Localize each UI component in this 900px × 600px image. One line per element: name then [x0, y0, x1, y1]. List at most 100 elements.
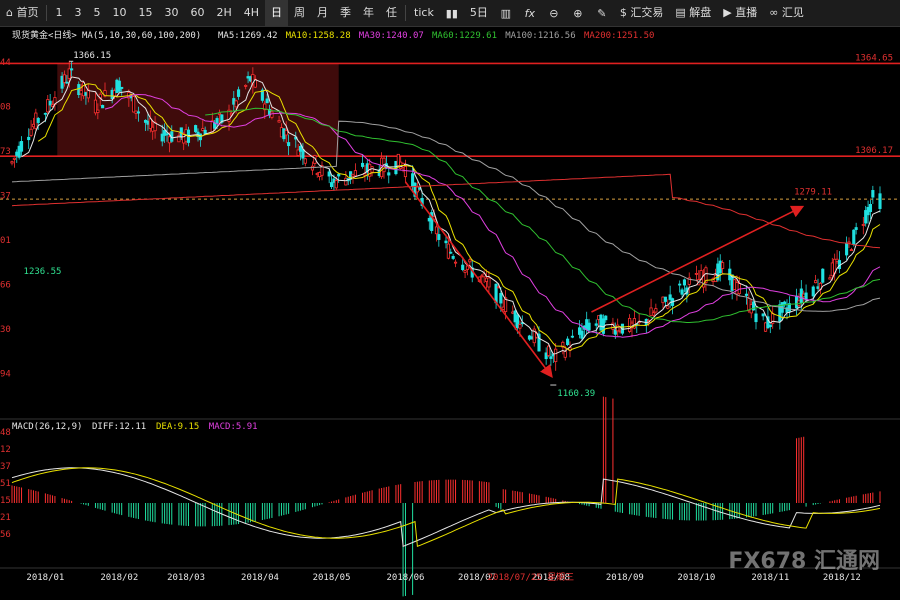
tick-button[interactable]: tick: [408, 0, 440, 26]
x-axis-label: 2018/03: [167, 573, 205, 583]
candle-body: [334, 180, 338, 189]
candle-body: [17, 145, 21, 158]
candle-body: [735, 282, 739, 295]
candle-body: [84, 92, 88, 96]
bar-chart-icon[interactable]: ▮▮: [440, 0, 464, 26]
ma-legend-item: MA200:1251.50: [584, 31, 654, 41]
ma-legend-item: MA5:1269.42: [218, 31, 278, 41]
candle-body: [203, 129, 207, 135]
period-tab-3[interactable]: 10: [106, 0, 132, 26]
x-axis-label: 2018/09: [606, 573, 644, 583]
candle-body: [232, 98, 236, 105]
period-tab-4[interactable]: 15: [132, 0, 158, 26]
period-tab-1[interactable]: 3: [68, 0, 87, 26]
candle-body: [468, 259, 472, 263]
candle-body: [694, 273, 698, 275]
candle-body: [763, 322, 768, 332]
candle-body: [501, 306, 505, 310]
y-tick-label: 66: [0, 281, 11, 291]
candle-body: [585, 319, 589, 330]
candle-body: [463, 270, 467, 273]
macd-y-tick-label: 56: [0, 530, 11, 540]
period-tab-10[interactable]: 周: [288, 0, 311, 26]
high-annotation: 1279.11: [794, 188, 832, 198]
candle-body: [666, 305, 670, 309]
candle-body: [112, 90, 117, 97]
home-button[interactable]: ⌂ 首页: [0, 0, 44, 26]
period-tab-7[interactable]: 2H: [210, 0, 237, 26]
candle-body: [814, 280, 818, 284]
view-button[interactable]: ∞ 汇见: [763, 0, 810, 26]
candle-body: [284, 130, 288, 136]
pen-icon[interactable]: ✎: [590, 0, 614, 26]
candle-body: [852, 229, 856, 245]
period-tab-12[interactable]: 季: [334, 0, 357, 26]
analysis-button[interactable]: ▤ 解盘: [669, 0, 717, 26]
candle-body: [213, 122, 217, 129]
candle-body: [46, 99, 50, 113]
fx-trade-button[interactable]: $ 汇交易: [614, 0, 670, 26]
x-axis-label: 2018/04: [241, 573, 279, 583]
date-marker-label: 2018/07/25 星期三: [488, 572, 575, 583]
candle-body: [110, 89, 114, 100]
x-axis-label: 2018/06: [386, 573, 424, 583]
candle-body: [146, 120, 150, 125]
candle-body: [163, 130, 167, 136]
macd-y-tick-label: 51: [0, 479, 11, 489]
low-annotation: 1160.39: [557, 389, 595, 399]
candle-body: [246, 76, 250, 79]
candle-body: [298, 145, 303, 152]
period-tab-0[interactable]: 1: [49, 0, 68, 26]
y-tick-label: 94: [0, 370, 11, 380]
live-button[interactable]: ▶ 直播: [717, 0, 763, 26]
candle-body: [549, 356, 553, 359]
candles-icon[interactable]: ▥: [494, 0, 518, 26]
candle-body: [864, 210, 868, 224]
period-tab-9[interactable]: 日: [265, 0, 289, 26]
candle-body: [768, 324, 772, 327]
candle-body: [165, 133, 169, 136]
candle-body: [427, 217, 431, 222]
period-tab-14[interactable]: 任: [380, 0, 403, 26]
candle-body: [329, 182, 334, 188]
macd-legend-prefix: MACD(26,12,9): [12, 422, 82, 432]
candle-body: [828, 277, 832, 280]
macd-legend-item: DEA:9.15: [156, 422, 199, 432]
candle-body: [628, 317, 632, 332]
zoom-out-icon[interactable]: ⊖: [542, 0, 566, 26]
period-tab-11[interactable]: 月: [311, 0, 334, 26]
period-tab-2[interactable]: 5: [87, 0, 106, 26]
high-annotation: 1366.15: [73, 51, 111, 61]
candle-body: [563, 350, 567, 358]
period-tab-8[interactable]: 4H: [238, 0, 265, 26]
candle-body: [93, 99, 98, 114]
period-tab-6[interactable]: 60: [184, 0, 210, 26]
candle-body: [315, 173, 319, 176]
period-tab-5[interactable]: 30: [158, 0, 184, 26]
x-axis-label: 2018/01: [26, 573, 64, 583]
candle-body: [132, 96, 136, 113]
candle-body: [19, 141, 24, 152]
candle-body: [527, 335, 532, 340]
play-icon: ▶: [723, 6, 732, 19]
candle-body: [597, 315, 601, 320]
five-day-button[interactable]: 5日: [464, 0, 494, 26]
candle-body: [487, 277, 491, 288]
x-axis-label: 2018/12: [823, 573, 861, 583]
candle-body: [761, 313, 765, 317]
period-tab-13[interactable]: 年: [357, 0, 380, 26]
candle-body: [403, 166, 408, 178]
candlestick-chart[interactable]: 4408733701663094481237511521561364.65130…: [0, 27, 900, 600]
period-tabs: 1 3 5 10 15 30 60 2H 4H 日周月季年任: [49, 0, 403, 26]
candle-body: [353, 170, 357, 177]
candle-body: [754, 313, 758, 323]
candle-body: [821, 268, 825, 283]
dollar-icon: $: [619, 6, 627, 19]
candle-body: [215, 118, 219, 124]
candle-body: [661, 296, 665, 304]
candle-body: [613, 329, 617, 335]
zoom-in-icon[interactable]: ⊕: [566, 0, 590, 26]
candle-body: [194, 125, 198, 133]
fx-icon[interactable]: fx: [518, 0, 542, 26]
candle-body: [744, 293, 749, 296]
